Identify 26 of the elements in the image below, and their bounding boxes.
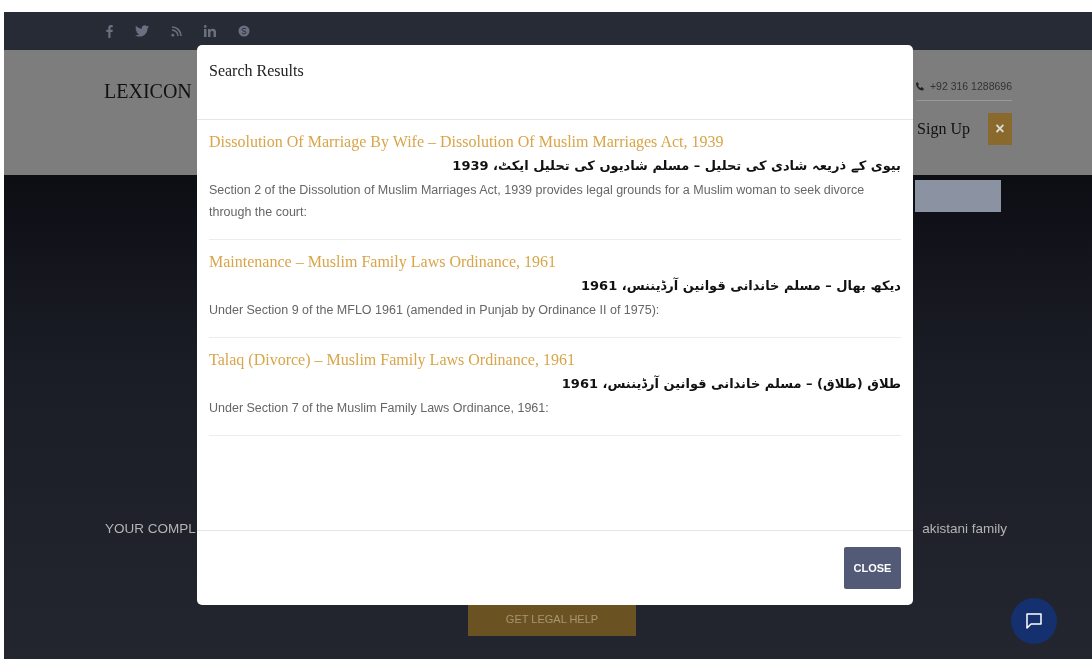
phone-number: +92 316 1288696 — [929, 80, 1012, 92]
skype-icon[interactable] — [238, 25, 250, 37]
result-description: Section 2 of the Dissolution of Muslim Marriages Act, 1939 provides legal grounds for a Muslim woman to seek divorce through the court: — [209, 182, 866, 221]
result-title-link[interactable]: Talaq (Divorce) – Muslim Family Laws Ordinance, 1961 — [209, 351, 901, 369]
result-description: Under Section 9 of the MFLO 1961 (amended in Punjab by Ordinance II of 1975): — [209, 302, 661, 319]
chat-button[interactable] — [1011, 598, 1057, 644]
result-title-link[interactable]: Dissolution Of Marriage By Wife – Dissolution Of Muslim Marriages Act, 1939 — [209, 133, 901, 151]
close-button[interactable]: CLOSE — [844, 547, 901, 589]
hero-text: akistani family — [922, 521, 1007, 536]
phone-icon — [915, 81, 924, 91]
linkedin-icon[interactable] — [204, 25, 216, 37]
search-field[interactable] — [915, 180, 1001, 212]
hero-text: YOUR COMPL — [105, 521, 196, 536]
rss-icon[interactable] — [171, 25, 182, 37]
urdu-title: دیکھ بھال – مسلم خاندانی قوانین آرڈیننس، 1961 — [581, 278, 901, 293]
facebook-icon[interactable] — [106, 24, 113, 38]
urdu-title: بیوی کے ذریعہ شادی کی تحلیل – مسلم شادیوں کی تحلیل ایکٹ، 1939 — [452, 158, 901, 173]
twitter-icon[interactable] — [135, 25, 149, 37]
result-description: Under Section 7 of the Muslim Family Laws Ordinance, 1961: — [209, 400, 550, 417]
close-button[interactable]: × — [988, 113, 1012, 145]
site-logo[interactable]: LEXICON — [104, 80, 192, 103]
chat-icon — [1025, 612, 1043, 630]
result-title-link[interactable]: Maintenance – Muslim Family Laws Ordinance, 1961 — [209, 253, 901, 271]
modal-title: Search Results — [209, 62, 304, 79]
sign-up-link[interactable]: Sign Up — [917, 120, 970, 138]
urdu-title: طلاق (طلاق) – مسلم خاندانی قوانین آرڈیننس، 1961 — [561, 376, 901, 391]
